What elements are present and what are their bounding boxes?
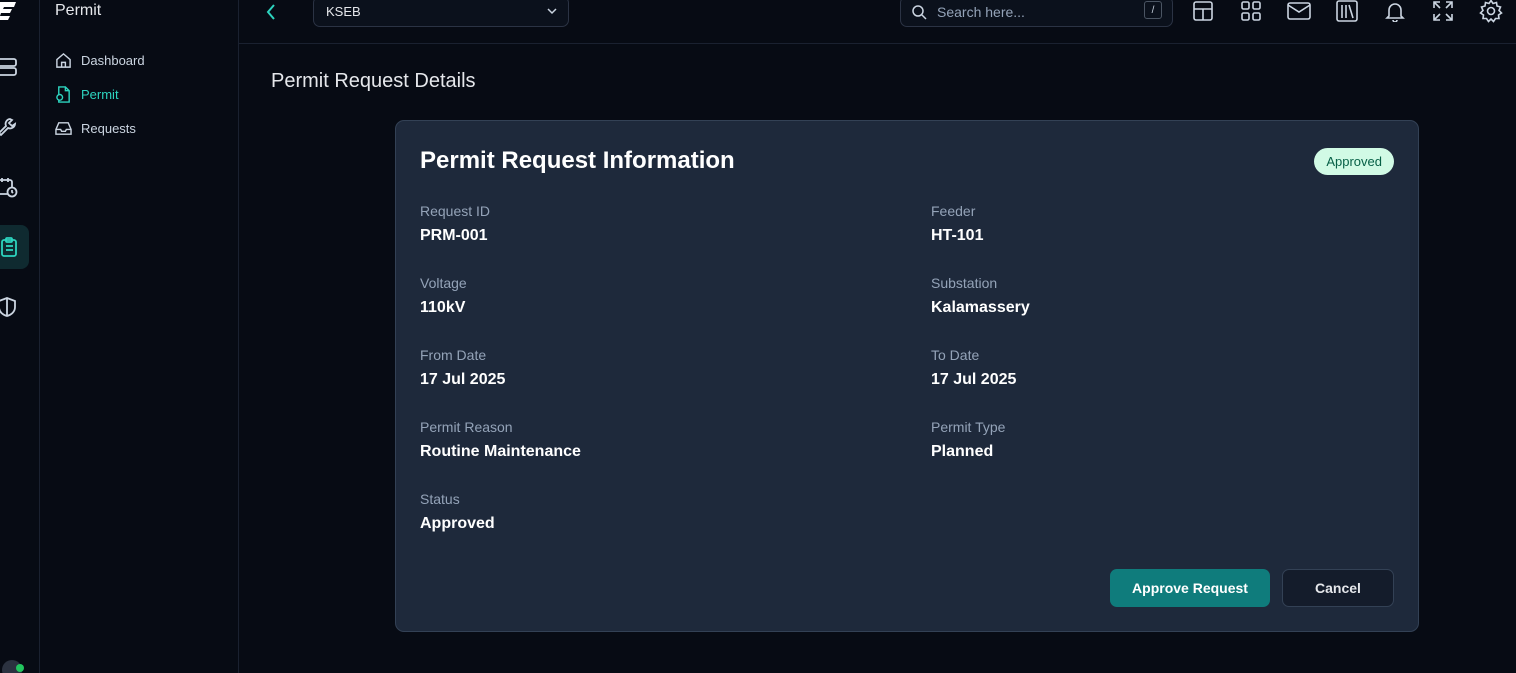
bell-icon[interactable] <box>1382 0 1408 24</box>
field-label: Permit Type <box>931 419 1006 435</box>
status-badge: Approved <box>1314 148 1394 175</box>
field-label: Permit Reason <box>420 419 513 435</box>
icon-rail <box>0 0 40 673</box>
library-icon[interactable] <box>1334 0 1360 24</box>
field-value: 17 Jul 2025 <box>420 371 506 388</box>
approve-request-button[interactable]: Approve Request <box>1110 569 1270 607</box>
sidebar-item-label: Dashboard <box>81 52 145 68</box>
permit-info-card: Permit Request Information Approved Requ… <box>395 120 1419 632</box>
search-box[interactable]: / <box>900 0 1173 27</box>
permit-file-icon <box>55 85 72 103</box>
field-value: 17 Jul 2025 <box>931 371 1017 388</box>
organization-select[interactable]: KSEB <box>313 0 569 27</box>
field-label: Feeder <box>931 203 976 219</box>
sidebar-item-label: Requests <box>81 120 136 136</box>
search-shortcut-hint: / <box>1144 1 1162 19</box>
chevron-down-icon <box>546 5 558 17</box>
field-from-date: From Date 17 Jul 2025 <box>420 347 505 389</box>
gear-icon[interactable] <box>1478 0 1504 24</box>
field-label: Status <box>420 491 460 507</box>
sidebar-item-permit[interactable]: Permit <box>55 84 119 104</box>
field-value: Kalamassery <box>931 299 1030 316</box>
field-feeder: Feeder HT-101 <box>931 203 983 245</box>
field-label: Substation <box>931 275 998 291</box>
sidebar: Permit Dashboard Permit Requests <box>40 0 239 673</box>
field-permit-reason: Permit Reason Routine Maintenance <box>420 419 581 461</box>
apps-icon[interactable] <box>1238 0 1264 24</box>
clipboard-list-icon[interactable] <box>0 225 29 269</box>
app-logo <box>0 0 20 22</box>
field-substation: Substation Kalamassery <box>931 275 1030 317</box>
layout-grid-icon[interactable] <box>1190 0 1216 24</box>
search-icon <box>911 4 927 20</box>
mail-icon[interactable] <box>1286 0 1312 24</box>
card-title: Permit Request Information <box>420 147 735 174</box>
wrench-icon[interactable] <box>0 110 24 144</box>
server-icon[interactable] <box>0 50 24 84</box>
search-input[interactable] <box>937 3 1137 20</box>
field-label: Request ID <box>420 203 491 219</box>
field-value: Planned <box>931 443 994 460</box>
field-value: PRM-001 <box>420 227 488 244</box>
back-chevron-icon[interactable] <box>261 0 281 24</box>
fullscreen-icon[interactable] <box>1430 0 1456 24</box>
field-value: Approved <box>420 515 495 532</box>
sidebar-item-dashboard[interactable]: Dashboard <box>55 50 145 70</box>
sidebar-item-label: Permit <box>81 86 119 102</box>
sidebar-item-requests[interactable]: Requests <box>55 118 136 138</box>
field-status: Status Approved <box>420 491 495 533</box>
field-label: To Date <box>931 347 980 363</box>
calendar-clock-icon[interactable] <box>0 170 24 204</box>
field-permit-type: Permit Type Planned <box>931 419 1005 461</box>
top-bar: KSEB / <box>239 0 1516 44</box>
user-avatar[interactable] <box>2 660 24 673</box>
page-title: Permit Request Details <box>271 70 476 92</box>
field-voltage: Voltage 110kV <box>420 275 467 317</box>
home-icon <box>55 52 72 69</box>
field-value: 110kV <box>420 299 466 316</box>
organization-select-value: KSEB <box>326 4 361 19</box>
sidebar-title: Permit <box>55 2 102 19</box>
field-value: HT-101 <box>931 227 984 244</box>
field-value: Routine Maintenance <box>420 443 581 460</box>
field-label: Voltage <box>420 275 467 291</box>
inbox-icon <box>55 120 72 137</box>
field-request-id: Request ID PRM-001 <box>420 203 490 245</box>
field-label: From Date <box>420 347 487 363</box>
cancel-button[interactable]: Cancel <box>1282 569 1394 607</box>
shield-icon[interactable] <box>0 290 24 324</box>
field-to-date: To Date 17 Jul 2025 <box>931 347 1016 389</box>
